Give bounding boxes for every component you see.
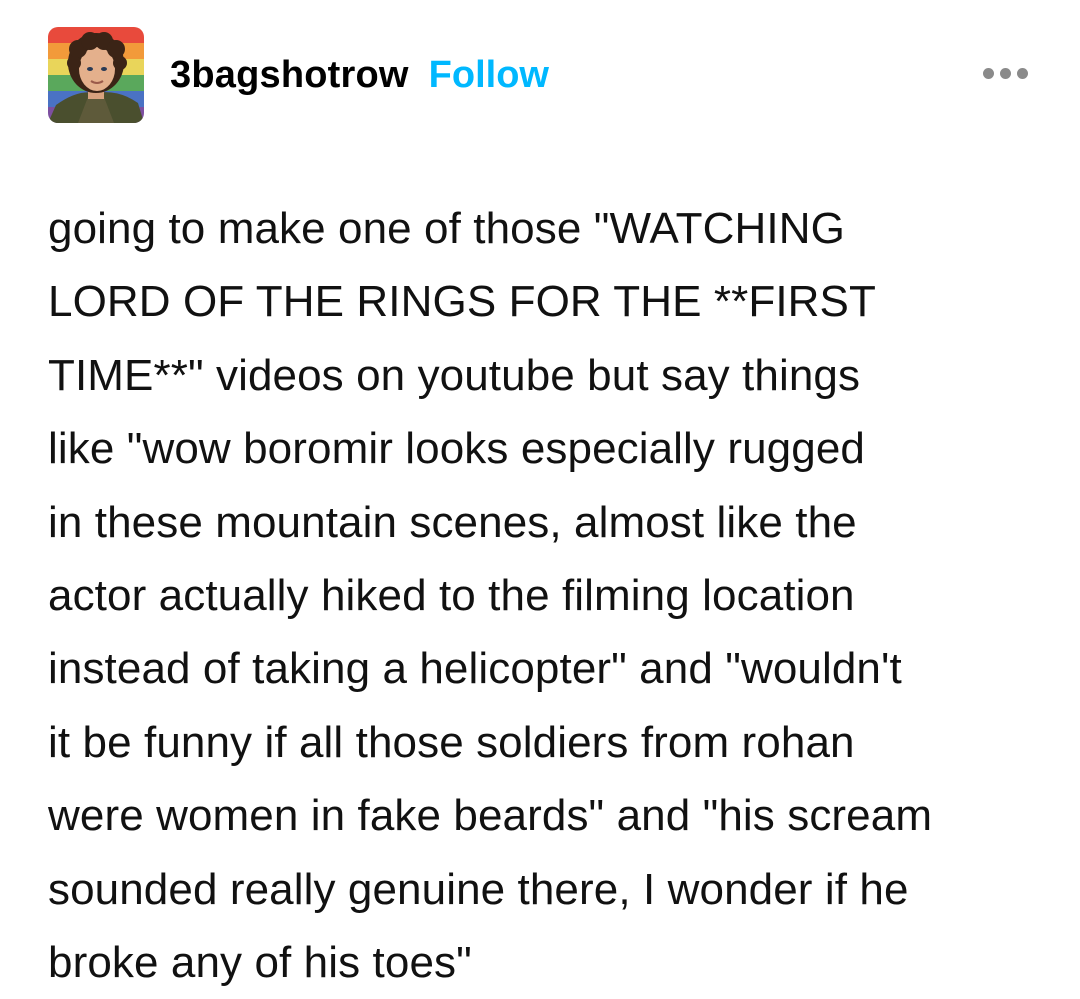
post: 3bagshotrow Follow going to make one of … [0,0,1080,999]
post-header: 3bagshotrow Follow [48,26,1040,124]
more-options-button[interactable] [981,62,1030,85]
avatar-image-icon[interactable] [48,27,144,123]
follow-button[interactable]: Follow [429,54,549,97]
post-body-text: going to make one of those "WATCHING LOR… [48,204,933,988]
avatar-picture [48,27,144,123]
ellipsis-icon [1000,68,1011,79]
ellipsis-icon [1017,68,1028,79]
ellipsis-icon [983,68,994,79]
author-username[interactable]: 3bagshotrow [170,54,409,97]
